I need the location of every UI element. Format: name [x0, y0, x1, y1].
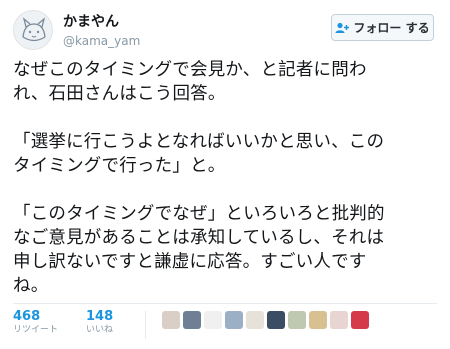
- stats-separator: [145, 311, 147, 339]
- liker-avatar[interactable]: [246, 311, 265, 329]
- liker-avatar[interactable]: [309, 311, 328, 329]
- user-names: かまやん @kama_yam: [63, 14, 140, 49]
- liker-avatar[interactable]: [183, 311, 202, 329]
- follow-button[interactable]: フォロー する: [331, 14, 434, 41]
- retweet-label: リツイート: [13, 325, 59, 335]
- tweet-line: タイミングで行った」と。: [13, 156, 226, 176]
- like-label: いいね: [86, 325, 114, 335]
- liker-avatars: [162, 311, 370, 343]
- liker-avatar[interactable]: [267, 311, 286, 329]
- liker-avatar[interactable]: [162, 311, 181, 329]
- retweet-stat[interactable]: 468 リツイート: [13, 309, 58, 343]
- liker-avatar[interactable]: [288, 311, 307, 329]
- display-name[interactable]: かまやん: [63, 14, 140, 30]
- tweet-line: 申し訳ないですと謙虚に応答。すごい人です: [13, 252, 367, 272]
- liker-avatar[interactable]: [225, 311, 244, 329]
- tweet-line: 「選挙に行こうよとなればいいかと思い、この: [13, 132, 385, 152]
- tweet-line: なご意見があることは承知しているし、それは: [13, 228, 385, 248]
- add-user-icon: [335, 22, 350, 33]
- like-stat[interactable]: 148 いいね: [86, 309, 113, 343]
- retweet-count: 468: [13, 309, 41, 324]
- stats-divider: [13, 303, 437, 304]
- tweet-line: 「このタイミングでなぜ」といろいろと批判的: [13, 204, 385, 224]
- liker-avatar[interactable]: [204, 311, 223, 329]
- tweet-line: ね。: [13, 276, 49, 296]
- liker-avatar[interactable]: [351, 311, 370, 329]
- liker-avatar[interactable]: [330, 311, 349, 329]
- tweet-line: なぜこのタイミングで会見か、と記者に問わ: [13, 60, 367, 80]
- tweet-text: なぜこのタイミングで会見か、と記者に問わ れ、石田さんはこう回答。 「選挙に行こ…: [13, 58, 443, 298]
- cat-sketch-icon: [22, 17, 46, 42]
- user-handle[interactable]: @kama_yam: [63, 33, 140, 49]
- tweet-stats: 468 リツイート 148 いいね: [13, 309, 370, 343]
- like-count: 148: [86, 309, 114, 324]
- avatar[interactable]: [13, 10, 53, 50]
- tweet-line: れ、石田さんはこう回答。: [13, 84, 226, 104]
- follow-button-label: フォロー する: [353, 21, 430, 35]
- tweet-header: かまやん @kama_yam フォロー する: [13, 10, 438, 52]
